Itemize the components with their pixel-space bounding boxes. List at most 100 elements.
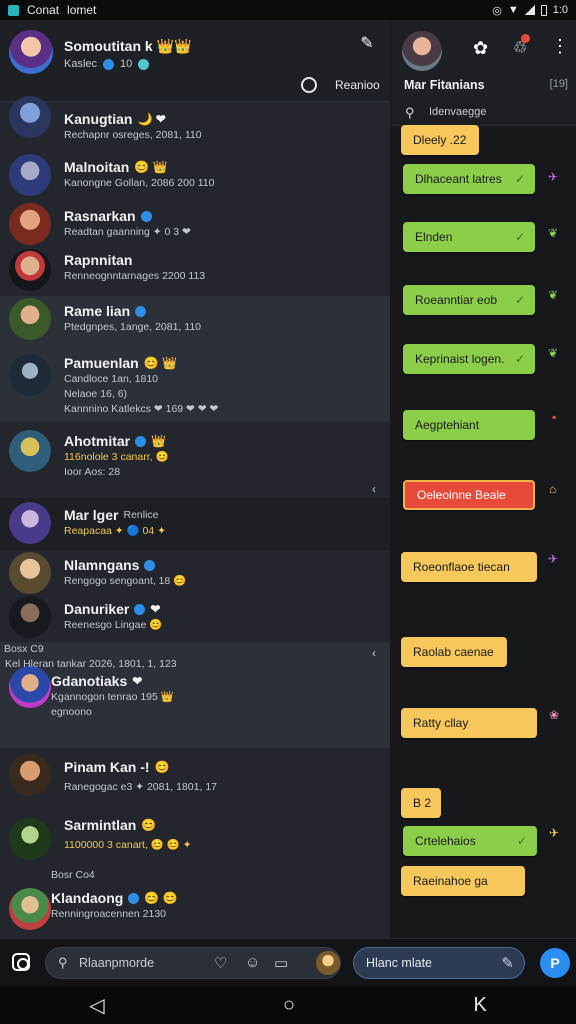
app-icon	[8, 4, 19, 16]
message-bubble[interactable]: Dlhaceant latres ✓	[403, 164, 535, 194]
list-item[interactable]: Rasnarkan Readtan gaanning ✦ 0 3 ❤	[0, 201, 390, 249]
avatar	[9, 203, 51, 245]
chat-preview: Renneognntarnages 2200 113	[64, 270, 206, 282]
camera-icon[interactable]	[12, 953, 30, 971]
message-input[interactable]: ⚲ Rlaanpmorde ♡ ☺ ▭	[45, 947, 341, 979]
notification-badge	[521, 34, 530, 43]
leaf-icon: ❦	[548, 288, 559, 302]
avatar	[9, 754, 51, 796]
message-bubble[interactable]: Roeanntiar eob ✓	[403, 285, 535, 315]
list-item[interactable]: Nlamngans Rengogo sengoant, 18 😊	[0, 550, 390, 596]
check-icon: ✓	[516, 834, 527, 848]
bell-icon: ⌂	[549, 482, 557, 496]
paperclip-icon[interactable]: ✎	[501, 954, 514, 972]
message-bubble[interactable]: Raeinahoe ga	[401, 866, 525, 896]
chat-preview: Rengogo sengoant, 18 😊	[64, 575, 187, 587]
flag-icon: ▪	[552, 410, 557, 424]
more-icon[interactable]: ⋮	[551, 36, 569, 57]
filter-label[interactable]: Reanioo	[335, 78, 380, 92]
list-item[interactable]: Kanugtian 🌙 ❤ Rechapnr osreges, 2081, 110	[0, 96, 390, 142]
profile-name: Somoutitan k 👑👑	[64, 38, 191, 55]
chat-name: Nlamngans	[64, 557, 140, 573]
list-item[interactable]: Bosx C9 Kel Hleran tankar 2026, 1801, 1,…	[0, 642, 390, 748]
avatar	[9, 818, 51, 860]
avatar	[9, 502, 51, 544]
composer-bar: ⚲ Rlaanpmorde ♡ ☺ ▭ Hlanc mlate ✎ P	[0, 938, 576, 986]
message-text: Raolab caenae	[413, 645, 494, 659]
gear-icon[interactable]: ✿	[473, 38, 488, 59]
message-bubble[interactable]: Crtelehaios ✓	[403, 826, 537, 856]
list-item[interactable]: Bosr Co4 Klandaong 😊 😊 Renningroacennen 2…	[0, 868, 390, 938]
list-item[interactable]: Ahotmitar 👑 116nolole 3 canarr, 😊 Ioor Ao…	[0, 422, 390, 498]
emoji-icon: 😊	[141, 818, 157, 832]
message-bubble[interactable]: Elnden ✓	[403, 222, 535, 252]
chat-preview: Reenesgo Lingae 😊	[64, 619, 163, 631]
message-text: Oeleoinne Beale	[417, 488, 506, 502]
check-icon: ✓	[514, 230, 525, 244]
avatar	[9, 249, 51, 291]
list-item[interactable]: Rapnnitan Renneognntarnages 2200 113	[0, 249, 390, 295]
home-icon[interactable]: ○	[283, 994, 295, 1017]
leaf-icon: ❦	[548, 226, 559, 240]
message-bubble[interactable]: Keprinaist logen. ✓	[403, 344, 535, 374]
wifi-icon: ▼	[507, 4, 519, 16]
verified-icon	[140, 210, 152, 222]
avatar	[9, 354, 51, 396]
check-icon: ✓	[514, 293, 525, 307]
avatar[interactable]	[9, 30, 53, 74]
message-text: Dlhaceant latres	[415, 172, 502, 186]
chat-name: Rame lian	[64, 303, 131, 319]
avatar[interactable]	[316, 951, 340, 975]
profile-count: 10	[120, 58, 133, 70]
message-bubble[interactable]: B 2	[401, 788, 441, 818]
status-icon	[138, 58, 150, 70]
list-item[interactable]: Danuriker ❤ Reenesgo Lingae 😊	[0, 596, 390, 642]
recents-icon[interactable]: K	[473, 994, 486, 1017]
chat-name: Pamuenlan	[64, 355, 139, 371]
send-button[interactable]: P	[540, 948, 570, 978]
message-text: Roeonflaoe tiecan	[413, 560, 510, 574]
list-item[interactable]: Mar lger Renlice Reapacaa ✦ 🔵 04 ✦	[0, 498, 390, 550]
list-item[interactable]: Malnoitan 😊 👑 Kanongne Gollan, 2086 200 1…	[0, 146, 390, 201]
rocket-icon: ✈	[549, 826, 560, 840]
reply-input[interactable]: Hlanc mlate ✎	[353, 947, 525, 979]
search-input[interactable]: Idenvaegge	[429, 106, 487, 118]
gift-icon: ❀	[549, 708, 560, 722]
message-bubble[interactable]: Dleely .22	[401, 125, 479, 155]
chat-preview: Ptedgnpes, 1ange, 2081, 110	[64, 321, 202, 333]
filter-icon[interactable]	[301, 77, 317, 93]
back-icon[interactable]: ◁	[89, 993, 104, 1018]
chat-name: Pinam Kan -!	[64, 759, 150, 775]
status-app-name: Conat	[27, 3, 60, 17]
chat-icon[interactable]: ☺	[245, 954, 260, 971]
heart-icon[interactable]: ♡	[214, 954, 227, 972]
verified-icon	[144, 559, 156, 571]
chat-list-panel: Somoutitan k 👑👑 Kaslec 10 ✎ Reanioo Kanu…	[0, 20, 390, 938]
chat-name: Gdanotiaks	[51, 673, 128, 689]
chat-tag: Renlice	[123, 508, 159, 521]
avatar[interactable]	[402, 31, 442, 71]
rocket-icon: ✈	[548, 170, 559, 184]
avatar	[9, 552, 51, 594]
chevron-icon[interactable]: ‹	[372, 482, 376, 496]
check-icon: ✓	[514, 352, 525, 366]
attach-icon[interactable]: ▭	[274, 954, 288, 972]
chat-preview-2: Ioor Aos: 28	[64, 466, 121, 478]
list-item[interactable]: Sarmintlan 😊 1100000 3 canart, 😊 😊 ✦	[0, 802, 390, 868]
message-bubble[interactable]: Aegptehiant	[403, 410, 535, 440]
notification-icon[interactable]: ♲	[513, 34, 530, 58]
chat-name: Ahotmitar	[64, 433, 131, 449]
message-bubble[interactable]: Roeonflaoe tiecan	[401, 552, 537, 582]
conversation-search[interactable]: ⚲ Idenvaegge	[391, 102, 576, 126]
list-item[interactable]: Pamuenlan 😊 👑 Candloce 1an, 1810 Nelaoe 1…	[0, 346, 390, 422]
message-bubble[interactable]: Raolab caenae	[401, 637, 507, 667]
list-item[interactable]: Pinam Kan -! 😊 Ranegogac e3 ✦ 2081, 1801,…	[0, 748, 390, 802]
message-text: Ratty cllay	[413, 716, 469, 730]
message-text: Dleely .22	[413, 133, 467, 147]
verified-icon	[135, 305, 147, 317]
list-item[interactable]: Rame lian Ptedgnpes, 1ange, 2081, 110	[0, 296, 390, 346]
message-bubble[interactable]: Ratty cllay	[401, 708, 537, 738]
edit-icon[interactable]: ✎	[358, 35, 376, 53]
message-bubble[interactable]: Oeleoinne Beale	[403, 480, 535, 510]
chevron-icon[interactable]: ‹	[372, 646, 376, 660]
